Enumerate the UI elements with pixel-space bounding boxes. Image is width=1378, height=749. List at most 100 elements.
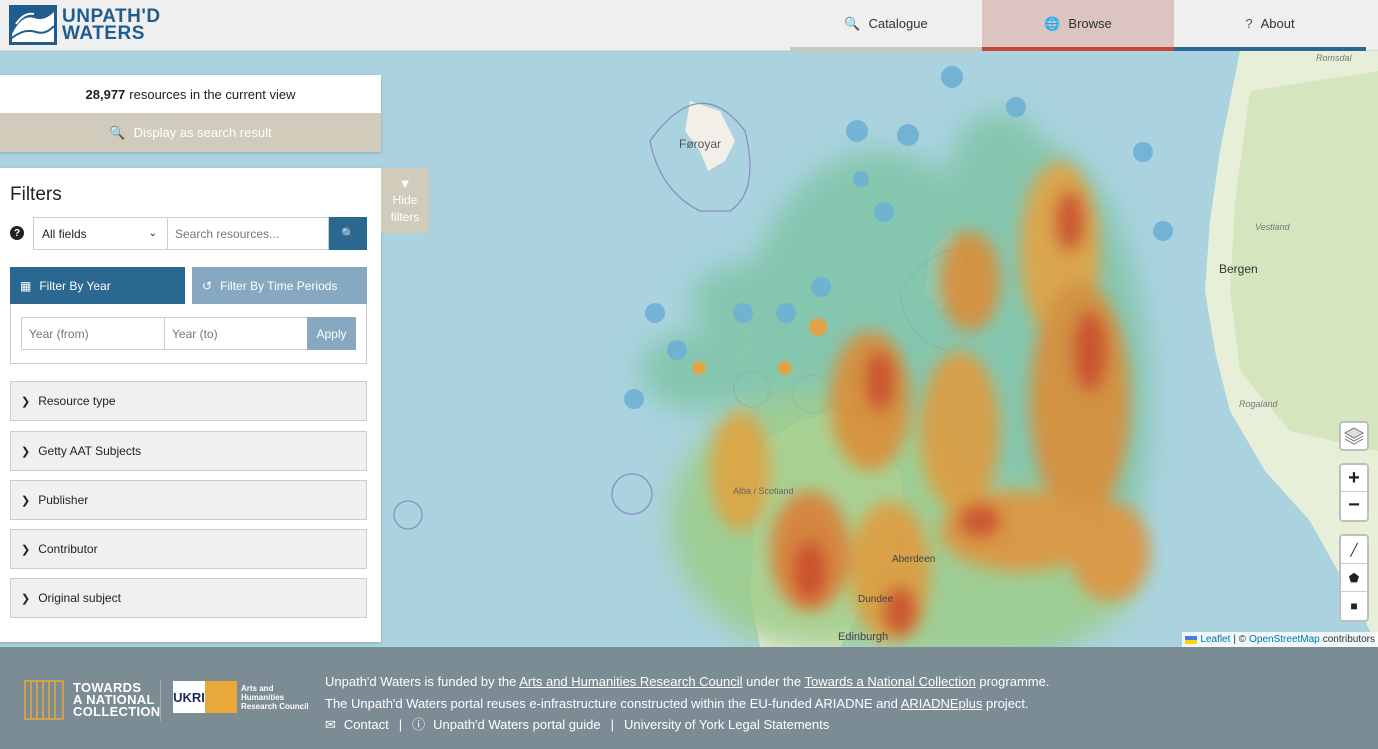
map-label-aberdeen: Aberdeen: [892, 554, 936, 565]
ahrc-logo-text: Arts and Humanities Research Council: [241, 684, 309, 711]
chevron-down-icon: ⌄: [148, 228, 157, 239]
accordion-resource-type[interactable]: ❯ Resource type: [10, 381, 367, 421]
map-label-bergen: Bergen: [1219, 262, 1258, 276]
accordion-getty-aat-subjects[interactable]: ❯ Getty AAT Subjects: [10, 431, 367, 471]
calendar-icon: ▦: [20, 278, 32, 293]
display-as-search-result-button[interactable]: 🔍 Display as search result: [0, 113, 381, 152]
nav-browse-label: Browse: [1068, 16, 1112, 31]
history-icon: ↺: [202, 278, 213, 293]
result-count: 28,977 resources in the current view: [0, 75, 381, 113]
chevron-right-icon: ❯: [21, 543, 31, 556]
ahrc-line-2: Humanities: [241, 692, 285, 702]
accordion-publisher[interactable]: ❯ Publisher: [10, 480, 367, 520]
towards-national-collection-logo[interactable]: TOWARDS A NATIONAL COLLECTION: [23, 679, 161, 721]
footer-ariadne-line: The Unpath'd Waters portal reuses e-infr…: [325, 693, 1049, 715]
year-to-input[interactable]: [164, 317, 308, 350]
openstreetmap-link[interactable]: OpenStreetMap: [1249, 634, 1320, 645]
accordion-resource-type-label: Resource type: [38, 394, 116, 408]
map-label-dundee: Dundee: [858, 594, 894, 605]
footer-text: Unpath'd Waters is funded by the Arts an…: [325, 671, 1049, 736]
map-label-faroe: Føroyar: [679, 137, 721, 151]
draw-polyline-button[interactable]: ╱: [1341, 536, 1367, 564]
info-icon: ⓘ: [412, 717, 426, 732]
ukri-ahrc-logo[interactable]: UKRI Arts and Humanities Research Counci…: [173, 681, 309, 713]
ukri-logo-icon: UKRI: [173, 681, 205, 713]
ariadne-text-1: The Unpath'd Waters portal reuses e-infr…: [325, 695, 898, 711]
map-label-rogaland: Rogaland: [1239, 399, 1278, 409]
ahrc-line-3: Research Council: [241, 701, 309, 711]
footer-separator: |: [398, 717, 403, 732]
chevron-right-icon: ❯: [21, 445, 31, 458]
ariadneplus-link[interactable]: ARIADNEplus: [901, 696, 983, 711]
ahrc-link[interactable]: Arts and Humanities Research Council: [519, 674, 742, 689]
funding-text-3: programme.: [979, 674, 1050, 689]
zoom-in-button[interactable]: +: [1341, 465, 1367, 492]
chevron-right-icon: ❯: [21, 494, 31, 507]
footer-logo-divider: [160, 680, 161, 721]
result-count-panel: 28,977 resources in the current view 🔍 D…: [0, 75, 381, 152]
result-count-number: 28,977: [85, 86, 126, 102]
tab-filter-by-year-label: Filter By Year: [39, 278, 111, 293]
footer-links: ✉ Contact | ⓘ Unpath'd Waters portal gui…: [325, 714, 1049, 736]
attribution-separator: | ©: [1233, 634, 1247, 645]
wave-logo-icon: [9, 5, 57, 45]
tanc-link[interactable]: Towards a National Collection: [804, 674, 975, 689]
tab-filter-by-time-periods[interactable]: ↺ Filter By Time Periods: [192, 267, 367, 304]
nav-about-label: About: [1260, 16, 1295, 31]
accordion-getty-aat-subjects-label: Getty AAT Subjects: [38, 444, 142, 458]
filters-title: Filters: [10, 184, 62, 205]
nav-catalogue[interactable]: 🔍 Catalogue: [790, 0, 982, 51]
unpathd-waters-logo[interactable]: UNPATH'D WATERS: [8, 3, 161, 47]
tab-filter-by-year[interactable]: ▦ Filter By Year: [10, 267, 185, 304]
tanc-logo-icon: [24, 680, 64, 720]
map-attribution: Leaflet | © OpenStreetMap contributors: [1182, 632, 1378, 647]
ahrc-logo-icon: [205, 681, 237, 713]
zoom-out-button[interactable]: −: [1341, 492, 1367, 519]
search-icon: 🔍: [109, 124, 126, 140]
rectangle-icon: ■: [1350, 599, 1358, 613]
map-label-scotland: Alba / Scotland: [733, 486, 794, 496]
zoom-control: + −: [1339, 463, 1369, 522]
polyline-icon: ╱: [1350, 542, 1358, 557]
funding-text-2: under the: [746, 674, 802, 689]
nav-catalogue-label: Catalogue: [868, 16, 928, 31]
funding-text-1: Unpath'd Waters is funded by the: [325, 674, 517, 689]
accordion-contributor[interactable]: ❯ Contributor: [10, 529, 367, 569]
tanc-logo-text: TOWARDS A NATIONAL COLLECTION: [73, 681, 161, 719]
logo-line-2: WATERS: [62, 23, 145, 44]
layers-control[interactable]: [1339, 421, 1369, 451]
contact-link[interactable]: Contact: [344, 714, 389, 736]
globe-icon: 🌐: [1044, 15, 1061, 31]
help-icon[interactable]: ?: [10, 226, 24, 240]
hide-filters-button[interactable]: ▼ Hide filters: [381, 168, 429, 233]
search-button[interactable]: 🔍: [329, 217, 367, 250]
year-from-input[interactable]: [21, 317, 165, 350]
year-filter-box: Apply: [10, 304, 367, 364]
field-select-value: All fields: [42, 226, 87, 241]
ukraine-flag-icon: [1185, 635, 1198, 644]
draw-rectangle-button[interactable]: ■: [1341, 592, 1367, 620]
question-icon: ?: [1245, 16, 1253, 31]
draw-polygon-button[interactable]: ⬟: [1341, 564, 1367, 592]
map-label-edinburgh: Edinburgh: [838, 631, 889, 643]
ariadne-text-2: project.: [986, 695, 1029, 711]
logo-text: UNPATH'D WATERS: [62, 7, 161, 44]
apply-button[interactable]: Apply: [307, 317, 356, 350]
map-label-romsdal: Romsdal: [1316, 53, 1352, 63]
leaflet-link[interactable]: Leaflet: [1200, 634, 1230, 645]
search-icon: 🔍: [341, 228, 355, 240]
nav-browse[interactable]: 🌐 Browse: [982, 0, 1174, 51]
accordion-original-subject[interactable]: ❯ Original subject: [10, 578, 367, 618]
search-input[interactable]: [168, 217, 329, 250]
nav-about[interactable]: ? About: [1174, 0, 1366, 51]
legal-statements-link[interactable]: University of York Legal Statements: [624, 714, 829, 736]
polygon-icon: ⬟: [1348, 570, 1360, 585]
portal-guide-link[interactable]: Unpath'd Waters portal guide: [433, 714, 600, 736]
footer: TOWARDS A NATIONAL COLLECTION UKRI Arts …: [0, 647, 1378, 749]
accordion-original-subject-label: Original subject: [38, 591, 121, 605]
field-select[interactable]: All fields ⌄: [33, 217, 168, 250]
footer-separator: |: [610, 717, 614, 732]
accordion-contributor-label: Contributor: [38, 542, 98, 556]
accordion-publisher-label: Publisher: [38, 493, 89, 507]
tanc-line-3: COLLECTION: [73, 704, 161, 719]
